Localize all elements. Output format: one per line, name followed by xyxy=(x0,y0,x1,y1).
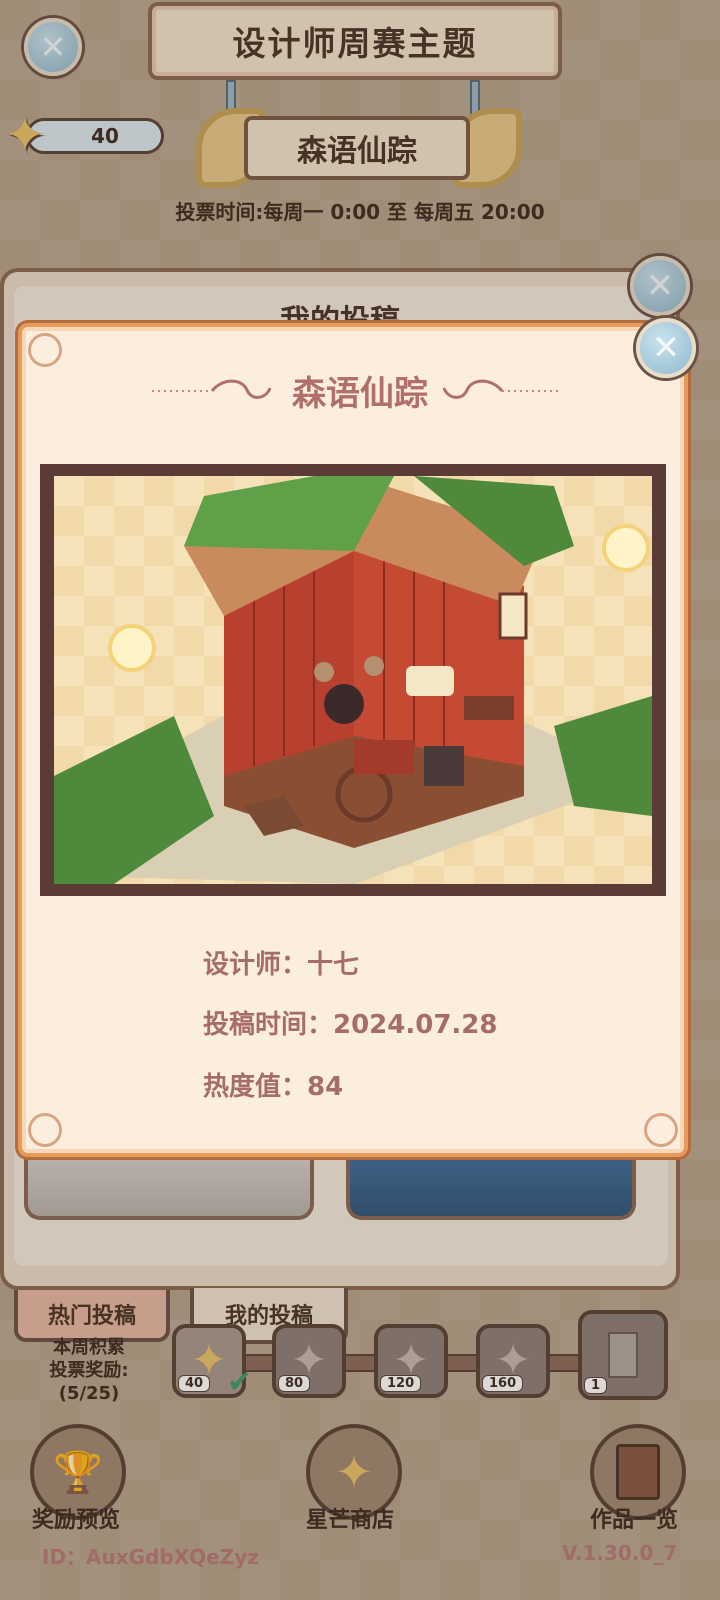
reward-milestone-160[interactable]: ✦ 160 xyxy=(476,1324,550,1398)
reward-label-line1: 本周积累 xyxy=(53,1337,125,1358)
user-id-value: AuxGdbXQeZyz xyxy=(86,1545,259,1569)
submission-thumbnail-2[interactable] xyxy=(346,1158,636,1220)
reward-milestone-value: 120 xyxy=(380,1375,422,1392)
reward-label-line2: 投票奖励: xyxy=(49,1360,129,1381)
user-id: ID：AuxGdbXQeZyz xyxy=(42,1541,259,1570)
corner-ornament xyxy=(28,1113,62,1147)
contest-title: 设计师周赛主题 xyxy=(232,24,478,63)
panel-close-button[interactable]: ✕ xyxy=(630,256,690,316)
vote-time-text: 投票时间:每周一 0:00 至 每周五 20:00 xyxy=(175,200,545,224)
reward-milestone-80[interactable]: ✦ 80 xyxy=(272,1324,346,1398)
star-currency-icon: ✦ xyxy=(4,106,46,164)
theme-name: 森语仙踪 xyxy=(297,134,417,169)
submission-thumbnail-1[interactable] xyxy=(24,1158,314,1220)
corner-ornament xyxy=(644,1113,678,1147)
trophy-icon: 🏆 xyxy=(53,1449,103,1496)
reward-milestone-value: 1 xyxy=(584,1377,608,1394)
reward-progress-label: 本周积累 投票奖励: (5/25) xyxy=(34,1336,144,1405)
title-ornament-right xyxy=(442,379,562,399)
reward-preview-label: 奖励预览 xyxy=(32,1508,121,1533)
modal-title: 森语仙踪 xyxy=(292,374,428,414)
submit-time-info: 投稿时间：2024.07.28 xyxy=(203,1010,498,1040)
tab-hot-submissions[interactable]: 热门投稿 xyxy=(14,1290,170,1342)
reward-milestone-value: 40 xyxy=(178,1375,211,1392)
reward-milestone-value: 160 xyxy=(482,1375,524,1392)
reward-milestone-final[interactable]: 1 xyxy=(578,1310,668,1400)
heat-info: 热度值：84 xyxy=(203,1072,344,1102)
star-counter: 40 xyxy=(26,118,164,154)
design-image xyxy=(54,476,652,884)
star-shop-icon: ✦ xyxy=(334,1445,374,1499)
reward-milestone-value: 80 xyxy=(278,1375,311,1392)
book-icon xyxy=(616,1444,660,1500)
claimed-check-icon: ✔ xyxy=(226,1365,252,1400)
works-list-label: 作品一览 xyxy=(590,1508,679,1533)
back-close-button[interactable]: ✕ xyxy=(24,18,82,76)
designer-info: 设计师：十七 xyxy=(203,950,360,980)
reward-milestone-120[interactable]: ✦ 120 xyxy=(374,1324,448,1398)
reward-label-line3: (5/25) xyxy=(58,1383,120,1404)
tab-hot-label: 热门投稿 xyxy=(47,1304,136,1329)
star-count: 40 xyxy=(91,124,119,148)
version-text: V.1.30.0_7 xyxy=(562,1541,678,1565)
reward-milestone-40[interactable]: ✦ 40 ✔ xyxy=(172,1324,252,1400)
corner-ornament xyxy=(28,333,62,367)
user-id-label: ID： xyxy=(42,1545,87,1569)
theme-plaque: 森语仙踪 xyxy=(244,116,470,180)
door-icon xyxy=(608,1332,638,1378)
star-shop-label: 星芒商店 xyxy=(306,1508,395,1533)
room-illustration xyxy=(54,476,652,884)
contest-title-banner: 设计师周赛主题 xyxy=(148,2,562,80)
